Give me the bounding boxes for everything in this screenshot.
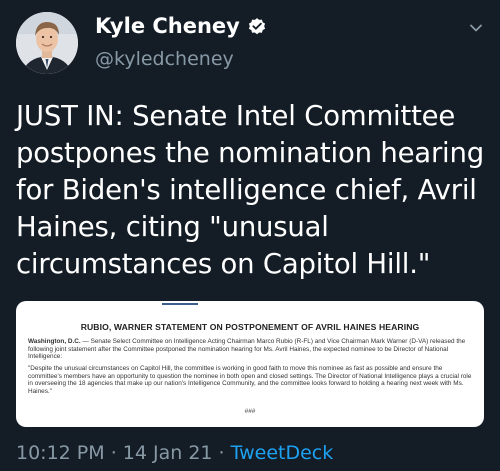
tweet-meta: 10:12 PM · 14 Jan 21 · TweetDeck	[16, 442, 333, 464]
profile-photo-icon	[16, 12, 78, 74]
image-rule-line	[162, 303, 198, 305]
author-handle[interactable]: @kyledcheney	[95, 48, 234, 70]
statement-paragraph-1-body: — Senate Select Committee on Intelligenc…	[28, 338, 466, 361]
author-display-name[interactable]: Kyle Cheney	[95, 14, 267, 38]
author-name-text: Kyle Cheney	[95, 14, 240, 38]
avatar[interactable]	[16, 12, 78, 74]
tweet-time[interactable]: 10:12 PM	[16, 442, 105, 464]
statement-paragraph-2: "Despite the unusual circumstances on Ca…	[28, 365, 472, 395]
meta-separator-2: ·	[212, 442, 231, 464]
statement-dateline: Washington, D.C.	[28, 338, 81, 345]
meta-separator: ·	[104, 442, 123, 464]
tweet-source-link[interactable]: TweetDeck	[231, 442, 334, 464]
tweet-date[interactable]: 14 Jan 21	[123, 442, 213, 464]
statement-paragraph-1: Washington, D.C. — Senate Select Committ…	[28, 338, 476, 361]
statement-title: RUBIO, WARNER STATEMENT ON POSTPONEMENT …	[80, 322, 420, 332]
statement-end-mark: ###	[244, 408, 256, 415]
attached-image[interactable]: RUBIO, WARNER STATEMENT ON POSTPONEMENT …	[16, 301, 484, 427]
verified-badge-icon	[248, 18, 265, 35]
tweet-text: JUST IN: Senate Intel Committee postpone…	[16, 100, 484, 280]
chevron-down-icon[interactable]	[468, 20, 484, 36]
